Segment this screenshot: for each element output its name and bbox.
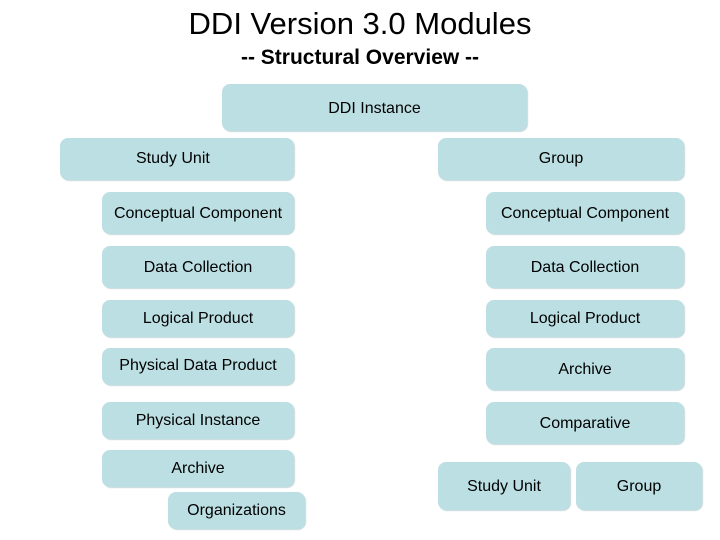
study-unit-archive: Archive bbox=[102, 450, 294, 487]
module-label: Study Unit bbox=[467, 478, 541, 495]
module-label: Study Unit bbox=[136, 150, 210, 167]
module-label: Physical Instance bbox=[135, 412, 261, 429]
module-group: Group bbox=[438, 138, 684, 180]
module-label: Archive bbox=[171, 460, 225, 477]
archive-organizations: Organizations bbox=[168, 492, 305, 529]
module-label: Logical Product bbox=[142, 310, 254, 327]
comparative-study-unit: Study Unit bbox=[438, 462, 570, 510]
module-label: Organizations bbox=[187, 502, 286, 519]
module-label: Archive bbox=[558, 361, 612, 378]
module-label: Group bbox=[616, 478, 662, 495]
group-conceptual-component: Conceptual Component bbox=[486, 192, 684, 234]
module-label: Physical Data Product bbox=[119, 357, 277, 374]
module-label: Conceptual Component bbox=[500, 205, 670, 222]
comparative-group: Group bbox=[576, 462, 702, 510]
module-label: Conceptual Component bbox=[113, 205, 283, 222]
module-label: Comparative bbox=[539, 415, 631, 432]
module-study-unit: Study Unit bbox=[60, 138, 294, 180]
module-label: Data Collection bbox=[143, 259, 253, 276]
study-unit-physical-instance: Physical Instance bbox=[102, 402, 294, 439]
study-unit-logical-product: Logical Product bbox=[102, 300, 294, 337]
module-ddi-instance: DDI Instance bbox=[222, 84, 527, 131]
module-label: DDI Instance bbox=[328, 100, 421, 117]
study-unit-conceptual-component: Conceptual Component bbox=[102, 192, 294, 234]
module-label: Group bbox=[538, 150, 584, 167]
study-unit-physical-data-product: Physical Data Product bbox=[102, 348, 294, 385]
diagram-subtitle: -- Structural Overview -- bbox=[240, 46, 480, 69]
diagram-title: DDI Version 3.0 Modules bbox=[188, 6, 532, 41]
study-unit-data-collection: Data Collection bbox=[102, 246, 294, 288]
module-label: Logical Product bbox=[529, 310, 641, 327]
group-data-collection: Data Collection bbox=[486, 246, 684, 288]
group-logical-product: Logical Product bbox=[486, 300, 684, 337]
group-comparative: Comparative bbox=[486, 402, 684, 444]
group-archive: Archive bbox=[486, 348, 684, 390]
module-label: Data Collection bbox=[530, 259, 640, 276]
